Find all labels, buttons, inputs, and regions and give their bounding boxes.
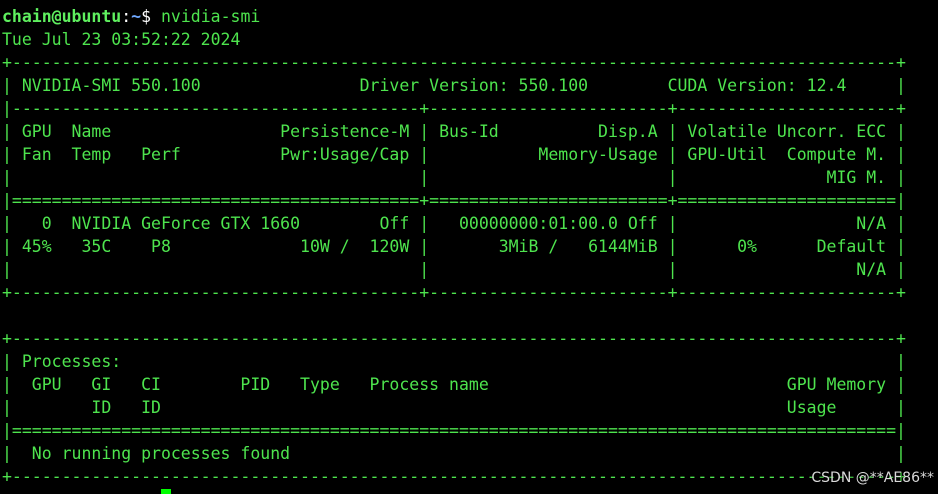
output-line: +---------------------------------------… [2,283,906,302]
prompt-dollar: $ [141,7,161,26]
output-line: |---------------------------------------… [2,99,906,118]
watermark: CSDN @**AE86** [811,467,934,489]
output-line: |=======================================… [2,421,906,440]
output-line: | No running processes found | [2,444,906,463]
prompt-colon: : [121,7,132,26]
prompt-path: ~ [131,7,142,26]
output-line: +---------------------------------------… [2,329,906,348]
output-line: |=======================================… [2,191,906,210]
output-line: | Fan Temp Perf Pwr:Usage/Cap | Memory-U… [2,145,906,164]
output-line: | GPU GI CI PID Type Process name GPU Me… [2,375,906,394]
output-line: +---------------------------------------… [2,53,906,72]
output-line: | 0 NVIDIA GeForce GTX 1660 Off | 000000… [2,214,906,233]
output-line: | | | MIG M. | [2,168,906,187]
output-line: | Processes: | [2,352,906,371]
timestamp-line: Tue Jul 23 03:52:22 2024 [2,30,241,49]
output-line: | GPU Name Persistence-M | Bus-Id Disp.A… [2,122,906,141]
output-line: | NVIDIA-SMI 550.100 Driver Version: 550… [2,76,906,95]
text-cursor [160,489,171,494]
final-prompt-text: chain@ubuntu:~$ [2,486,161,494]
output-line: | ID ID Usage | [2,398,906,417]
command-prompt-line: chain@ubuntu:~$ nvidia-smi [2,5,260,28]
terminal-window[interactable]: chain@ubuntu:~$ nvidia-smi Tue Jul 23 03… [0,0,938,494]
command-text: nvidia-smi [160,7,261,26]
prompt-user-host: chain@ubuntu [2,7,122,26]
final-prompt-line[interactable]: chain@ubuntu:~$ [2,484,171,494]
output-line: | 45% 35C P8 10W / 120W | 3MiB / 6144MiB… [2,237,906,256]
output-line: | | | N/A | [2,260,906,279]
